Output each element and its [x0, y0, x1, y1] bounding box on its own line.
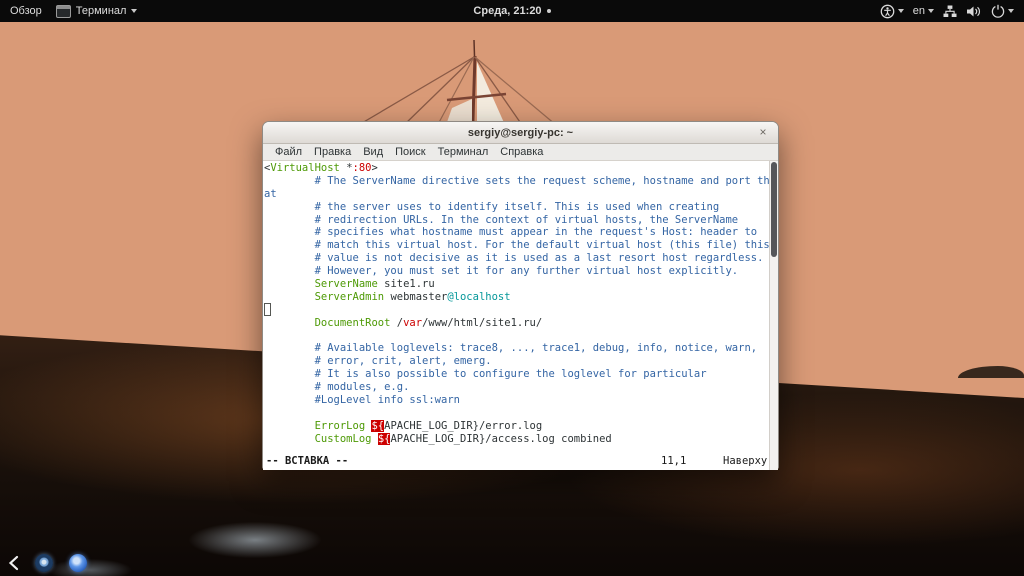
terminal-area[interactable]: <VirtualHost *:80> # The ServerName dire… — [263, 161, 778, 470]
terminal-row: ServerAdmin webmaster@localhost — [314, 290, 511, 303]
scrollbar[interactable] — [769, 161, 778, 470]
notification-dot-icon — [546, 9, 551, 13]
menu-item-3[interactable]: Поиск — [389, 146, 431, 158]
terminal-row: # match this virtual host. For the defau… — [314, 239, 770, 252]
terminal-row: # It is also possible to configure the l… — [314, 368, 707, 381]
terminal-row: # specifies what hostname must appear in… — [314, 226, 758, 239]
vim-cursor — [264, 303, 271, 316]
vim-scroll-position: Наверху — [723, 455, 768, 467]
clock-app-icon[interactable] — [35, 554, 53, 572]
blue-sphere-app-icon[interactable] — [69, 554, 87, 572]
clock-label: Среда, 21:20 — [473, 5, 542, 17]
terminal-row: # error, crit, alert, emerg. — [314, 355, 492, 368]
menu-item-2[interactable]: Вид — [357, 146, 389, 158]
terminal-row — [264, 407, 769, 420]
top-bar: Обзор Терминал Среда, 21:20 en — [0, 0, 1024, 22]
terminal-row: CustomLog ${APACHE_LOG_DIR}/access.log c… — [314, 432, 612, 445]
terminal-row: # The ServerName directive sets the requ… — [314, 174, 770, 187]
terminal-row: # the server uses to identify itself. Th… — [314, 200, 720, 213]
menu-item-1[interactable]: Правка — [308, 146, 357, 158]
terminal-row: DocumentRoot /var/www/html/site1.ru/ — [314, 316, 543, 329]
terminal-row — [264, 330, 769, 343]
terminal-row: # redirection URLs. In the context of vi… — [314, 213, 739, 226]
scrollbar-thumb[interactable] — [771, 162, 777, 257]
menu-item-0[interactable]: Файл — [269, 146, 308, 158]
terminal-row: #LogLevel info ssl:warn — [314, 394, 460, 407]
title-bar[interactable]: sergiy@sergiy-pc: ~ × — [263, 122, 778, 144]
menu-bar: Файл Правка Вид Поиск Терминал Справка — [263, 144, 778, 161]
terminal-row: # However, you must set it for any furth… — [314, 265, 739, 278]
terminal-row: ErrorLog ${APACHE_LOG_DIR}/error.log — [314, 419, 543, 432]
desktop: Обзор Терминал Среда, 21:20 en sergiy@se… — [0, 0, 1024, 576]
menu-item-5[interactable]: Справка — [494, 146, 549, 158]
terminal-row — [264, 304, 769, 317]
overlay-dock — [8, 554, 87, 572]
chevron-left-icon[interactable] — [8, 555, 19, 571]
terminal-window: sergiy@sergiy-pc: ~ × Файл Правка Вид Поиск… — [262, 121, 779, 470]
terminal-row: <VirtualHost *:80> — [264, 162, 378, 174]
clock-button[interactable]: Среда, 21:20 — [473, 5, 551, 17]
terminal-row: at — [264, 187, 277, 200]
terminal-row: # value is not decisive as it is used as… — [314, 252, 764, 265]
close-button[interactable]: × — [755, 124, 771, 140]
terminal-row: ServerName site1.ru — [314, 278, 435, 291]
terminal-row: # Available loglevels: trace8, ..., trac… — [314, 342, 758, 355]
vim-ruler: 11,1 — [661, 455, 687, 467]
terminal-row: # modules, e.g. — [314, 381, 410, 394]
vim-status-line: -- ВСТАВКА -- 11,1 Наверху — [264, 455, 769, 469]
menu-item-4[interactable]: Терминал — [432, 146, 495, 158]
terminal-screen[interactable]: <VirtualHost *:80> # The ServerName dire… — [264, 162, 770, 446]
vim-mode-indicator: -- ВСТАВКА -- — [266, 455, 349, 467]
window-title: sergiy@sergiy-pc: ~ — [467, 126, 574, 139]
